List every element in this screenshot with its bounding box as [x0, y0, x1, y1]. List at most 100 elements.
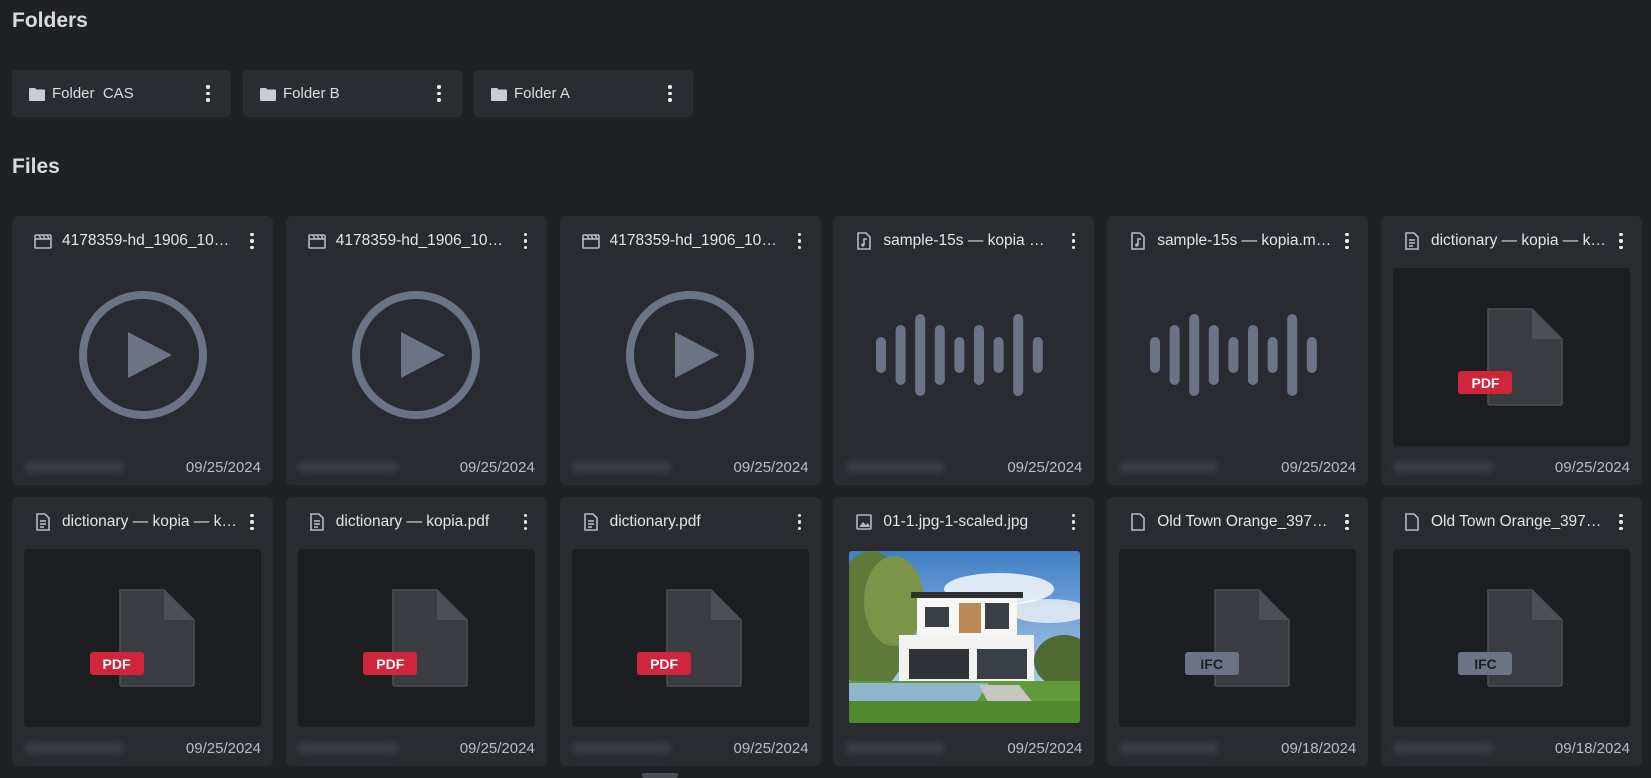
owner-name-redacted: [24, 742, 124, 754]
ifc-file-icon: IFC: [1456, 586, 1566, 690]
file-more-options-button[interactable]: [517, 510, 535, 534]
file-card[interactable]: dictionary — kopia.pdf PDF 09/25/2024: [285, 497, 547, 766]
file-card[interactable]: Old Town Orange_3970.ifc IFC 09/18/2024: [1380, 497, 1642, 766]
file-card[interactable]: sample-15s — kopia — kopia.mp3 09/25/2024: [833, 216, 1095, 485]
ifc-badge: IFC: [1184, 652, 1239, 675]
document-preview: PDF: [571, 549, 809, 727]
folder-icon: [29, 86, 45, 102]
pdf-file-icon: PDF: [361, 586, 471, 690]
file-name: 4178359-hd_1906_1080_25fps.mp4: [609, 232, 785, 249]
file-card[interactable]: 4178359-hd_1906_1080_25fps.mp4 09/25/2024: [559, 216, 821, 485]
file-card[interactable]: 01-1.jpg-1-scaled.jpg 09/25/2024: [833, 497, 1095, 766]
file-more-options-button[interactable]: [1612, 510, 1630, 534]
document-preview: IFC: [1119, 549, 1357, 727]
file-card[interactable]: dictionary — kopia — kopia.pdf PDF 09/25/2…: [1380, 216, 1642, 485]
owner-name-redacted: [1119, 461, 1220, 473]
file-card-footer: 09/25/2024: [571, 455, 809, 479]
file-card[interactable]: 4178359-hd_1906_1080_25fps.mp4 09/25/2024: [285, 216, 547, 485]
file-card-header: dictionary.pdf: [580, 507, 809, 537]
document-icon: [306, 511, 328, 533]
file-card[interactable]: 4178359-hd_1906_1080_25fps.mp4 09/25/2024: [12, 216, 273, 485]
pdf-badge: PDF: [89, 652, 144, 675]
file-date: 09/25/2024: [1281, 458, 1357, 476]
file-name: Old Town Orange_3970.ifc: [1157, 513, 1333, 530]
file-date: 09/25/2024: [733, 458, 809, 476]
file-more-options-button[interactable]: [1612, 229, 1630, 253]
file-more-options-button[interactable]: [791, 510, 809, 534]
pdf-file-icon: PDF: [88, 586, 198, 690]
file-more-options-button[interactable]: [517, 229, 535, 253]
pdf-badge: PDF: [363, 652, 418, 675]
file-date: 09/25/2024: [1554, 458, 1630, 476]
file-card-header: 4178359-hd_1906_1080_25fps.mp4: [306, 226, 535, 256]
document-preview: PDF: [297, 549, 535, 727]
folder-more-options-button[interactable]: [661, 82, 679, 106]
folder-item[interactable]: Folder CAS: [12, 70, 231, 117]
file-more-options-button[interactable]: [243, 229, 261, 253]
scrollbar-thumb[interactable]: [642, 773, 678, 778]
file-date: 09/25/2024: [1007, 739, 1083, 757]
file-card[interactable]: dictionary — kopia — kopia.pdf PDF 09/25/2…: [12, 497, 273, 766]
file-card-header: sample-15s — kopia.mp3: [1127, 226, 1356, 256]
file-name: sample-15s — kopia.mp3: [1157, 232, 1333, 249]
owner-name-redacted: [845, 742, 946, 754]
file-card[interactable]: Old Town Orange_3970.ifc IFC 09/18/2024: [1107, 497, 1369, 766]
file-date: 09/18/2024: [1554, 739, 1630, 757]
folder-icon: [260, 86, 276, 102]
document-icon: [32, 511, 54, 533]
video-file-icon: [32, 230, 54, 252]
owner-name-redacted: [297, 461, 398, 473]
video-preview: [572, 268, 809, 446]
ifc-badge: IFC: [1458, 652, 1513, 675]
video-preview: [24, 268, 261, 446]
owner-name-redacted: [1392, 461, 1493, 473]
file-date: 09/25/2024: [185, 458, 261, 476]
file-card[interactable]: sample-15s — kopia.mp3 09/25/2024: [1107, 216, 1369, 485]
file-more-options-button[interactable]: [1064, 229, 1082, 253]
audio-file-icon: [1127, 230, 1149, 252]
file-card-footer: 09/25/2024: [571, 736, 809, 760]
file-card[interactable]: dictionary.pdf PDF 09/25/2024: [559, 497, 821, 766]
file-card-footer: 09/25/2024: [1392, 455, 1630, 479]
folder-item[interactable]: Folder B: [243, 70, 462, 117]
files-title: Files: [12, 155, 60, 178]
file-card-footer: 09/25/2024: [845, 455, 1082, 479]
pdf-badge: PDF: [1458, 371, 1513, 394]
file-name: dictionary — kopia — kopia.pdf: [1430, 232, 1606, 249]
file-name: sample-15s — kopia — kopia.mp3: [883, 232, 1058, 249]
document-icon: [580, 511, 602, 533]
file-name: 4178359-hd_1906_1080_25fps.mp4: [62, 232, 237, 249]
file-more-options-button[interactable]: [243, 510, 261, 534]
file-name: 01-1.jpg-1-scaled.jpg: [883, 513, 1029, 530]
file-name: dictionary.pdf: [609, 513, 701, 530]
file-more-options-button[interactable]: [1338, 510, 1356, 534]
file-icon: [1401, 511, 1423, 533]
document-preview: IFC: [1392, 549, 1630, 727]
file-date: 09/25/2024: [459, 739, 535, 757]
play-icon: [623, 288, 757, 427]
audio-preview: [845, 268, 1082, 446]
folder-item[interactable]: Folder A: [474, 70, 693, 117]
file-more-options-button[interactable]: [1338, 229, 1356, 253]
file-card-header: dictionary — kopia — kopia.pdf: [1401, 226, 1630, 256]
file-name: Old Town Orange_3970.ifc: [1430, 513, 1606, 530]
waveform-icon: [1149, 310, 1326, 405]
owner-name-redacted: [1119, 742, 1220, 754]
file-more-options-button[interactable]: [791, 229, 809, 253]
file-name: dictionary — kopia.pdf: [335, 513, 490, 530]
audio-file-icon: [853, 230, 875, 252]
video-file-icon: [580, 230, 602, 252]
file-card-header: Old Town Orange_3970.ifc: [1127, 507, 1356, 537]
owner-name-redacted: [297, 742, 398, 754]
folder-more-options-button[interactable]: [199, 82, 217, 106]
file-date: 09/25/2024: [185, 739, 261, 757]
file-card-footer: 09/25/2024: [24, 455, 261, 479]
file-more-options-button[interactable]: [1064, 510, 1082, 534]
folder-more-options-button[interactable]: [430, 82, 448, 106]
owner-name-redacted: [571, 742, 672, 754]
video-preview: [298, 268, 535, 446]
file-card-footer: 09/25/2024: [1119, 455, 1356, 479]
file-card-header: dictionary — kopia — kopia.pdf: [32, 507, 261, 537]
file-icon: [1127, 511, 1149, 533]
file-card-footer: 09/25/2024: [297, 736, 535, 760]
